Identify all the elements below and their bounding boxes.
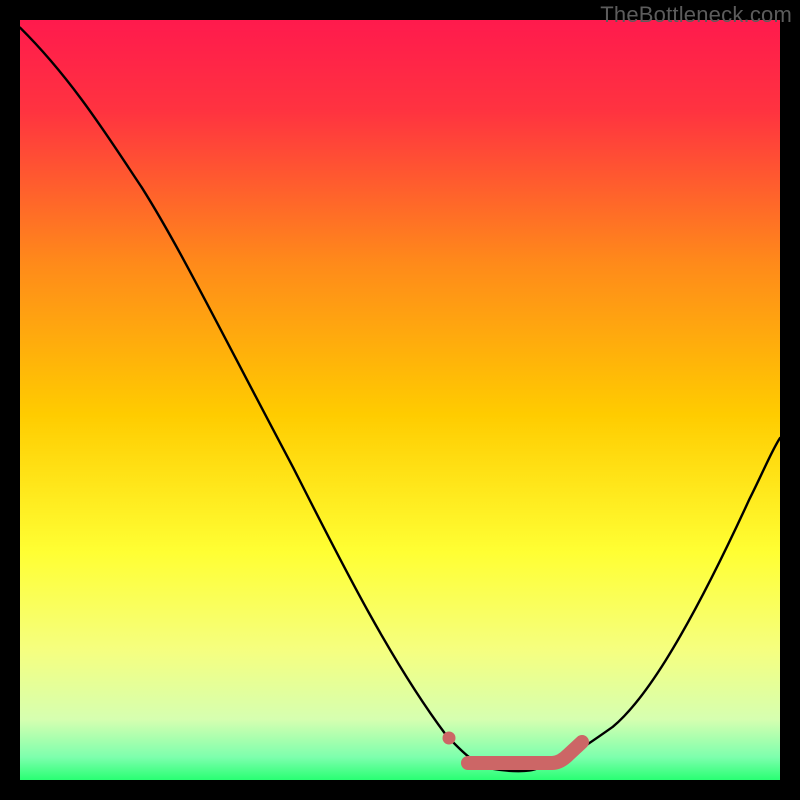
bottleneck-curve [20,28,780,772]
highlight-band [468,742,582,763]
plot-area [20,20,780,780]
curve-layer [20,20,780,780]
chart-container: TheBottleneck.com [0,0,800,800]
highlight-dot [443,732,456,745]
watermark-text: TheBottleneck.com [600,2,792,28]
